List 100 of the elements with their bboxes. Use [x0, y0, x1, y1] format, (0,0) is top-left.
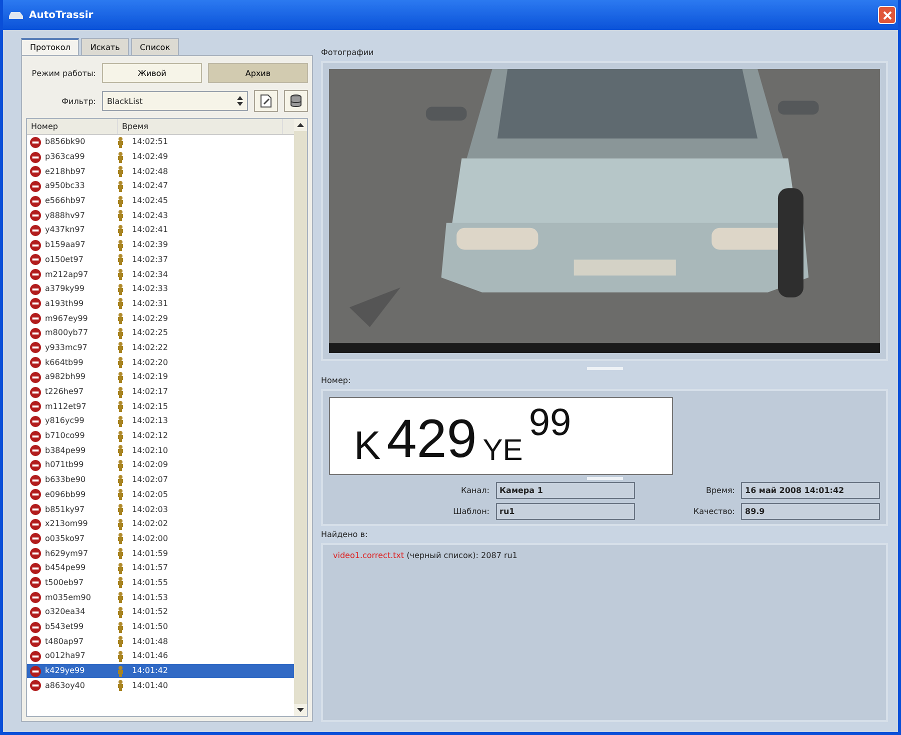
database-button[interactable]	[284, 90, 308, 112]
list-row[interactable]: a982bh99 14:02:19	[27, 370, 294, 385]
car-icon	[8, 10, 24, 20]
list-row[interactable]: m800yb77 14:02:25	[27, 326, 294, 341]
list-row[interactable]: m212ap97 14:02:34	[27, 267, 294, 282]
list-row[interactable]: o035ko97 14:02:00	[27, 532, 294, 546]
list-row[interactable]: b710co99 14:02:12	[27, 428, 294, 444]
time-text: 14:02:48	[132, 166, 168, 178]
no-entry-icon	[30, 592, 41, 604]
filter-select[interactable]: BlackList	[102, 91, 248, 111]
list-row[interactable]: a950bc33 14:02:47	[27, 179, 294, 194]
person-icon	[117, 196, 124, 207]
no-entry-icon	[30, 224, 41, 236]
no-entry-icon	[30, 636, 41, 648]
person-icon	[117, 430, 124, 442]
column-header[interactable]: Номер	[27, 119, 118, 134]
plate-number: m212ap97	[45, 268, 90, 281]
close-icon	[882, 10, 892, 20]
tab[interactable]: Список	[130, 38, 180, 55]
list-row[interactable]: b384pe99 14:02:10	[27, 443, 294, 458]
person-icon	[117, 254, 124, 266]
list-row[interactable]: t480ap97 14:01:48	[27, 634, 294, 650]
list-row[interactable]: a379ky99 14:02:33	[27, 282, 294, 297]
close-button[interactable]	[878, 6, 896, 24]
plate-number: b633be90	[45, 474, 87, 486]
person-icon	[117, 152, 124, 163]
list-row[interactable]: t226he97 14:02:17	[27, 384, 294, 400]
person-icon	[117, 518, 124, 530]
list-row[interactable]: b633be90 14:02:07	[27, 472, 294, 488]
list-row[interactable]: b454pe99 14:01:57	[27, 560, 294, 576]
no-entry-icon	[30, 416, 41, 427]
list-row[interactable]: y888hv97 14:02:43	[27, 208, 294, 224]
list-row[interactable]: k429ye99 14:01:42	[27, 664, 294, 678]
list-row[interactable]: k664tb99 14:02:20	[27, 355, 294, 370]
person-icon	[117, 313, 124, 324]
no-entry-icon	[30, 489, 41, 500]
list-row[interactable]: m967ey99 14:02:29	[27, 311, 294, 326]
list-row[interactable]: b159aa97 14:02:39	[27, 238, 294, 252]
list-row[interactable]: a193th99 14:02:31	[27, 296, 294, 312]
no-entry-icon	[30, 666, 41, 677]
list-row[interactable]: b856bk90 14:02:51	[27, 135, 294, 150]
list-row[interactable]: b851ky97 14:02:03	[27, 502, 294, 517]
list-row[interactable]: h071tb99 14:02:09	[27, 458, 294, 473]
no-entry-icon	[30, 136, 41, 148]
list-row[interactable]: y816yc99 14:02:13	[27, 414, 294, 429]
scrollbar[interactable]	[294, 119, 307, 716]
time-text: 14:02:49	[132, 151, 168, 164]
plate-number: y888hv97	[45, 210, 86, 222]
person-icon	[117, 298, 124, 310]
edit-button[interactable]	[254, 90, 278, 112]
list-row[interactable]: m035em90 14:01:53	[27, 590, 294, 605]
person-icon	[117, 577, 124, 588]
database-icon	[290, 94, 302, 108]
list-row[interactable]: t500eb97 14:01:55	[27, 576, 294, 590]
person-icon	[117, 166, 124, 178]
list-row[interactable]: m112et97 14:02:15	[27, 399, 294, 414]
person-icon	[117, 224, 124, 236]
plate-digits: 429	[386, 412, 477, 466]
list-row[interactable]: o320ea34 14:01:52	[27, 605, 294, 620]
no-entry-icon	[30, 577, 41, 588]
person-icon	[117, 180, 124, 192]
plate-number: m967ey99	[45, 312, 89, 325]
plate-number: k429ye99	[45, 665, 86, 678]
time-text: 14:02:45	[132, 195, 168, 208]
list-row[interactable]: o150et97 14:02:37	[27, 252, 294, 268]
list-row[interactable]: o012ha97 14:01:46	[27, 649, 294, 664]
list-row[interactable]: b543et99 14:01:50	[27, 620, 294, 634]
list-row[interactable]: a863oy40 14:01:40	[27, 678, 294, 694]
list-row[interactable]: y437kn97 14:02:41	[27, 223, 294, 238]
list-row[interactable]: h629ym97 14:01:59	[27, 546, 294, 561]
no-entry-icon	[30, 460, 41, 471]
list-row[interactable]: e218hb97 14:02:48	[27, 164, 294, 180]
list-row[interactable]: e566hb97 14:02:45	[27, 194, 294, 208]
person-icon	[117, 489, 124, 500]
time-text: 14:02:37	[132, 254, 168, 266]
mode-button[interactable]: Архив	[208, 63, 308, 83]
no-entry-icon	[30, 166, 41, 178]
tab[interactable]: Протокол	[21, 38, 80, 55]
plate-number: h071tb99	[45, 459, 85, 472]
plate-number: b543et99	[45, 621, 85, 634]
list-row[interactable]: e096bb99 14:02:05	[27, 488, 294, 502]
person-icon	[117, 210, 124, 222]
list-row[interactable]: y933mc97 14:02:22	[27, 340, 294, 356]
list-row[interactable]: x213om99 14:02:02	[27, 516, 294, 532]
mode-button[interactable]: Живой	[102, 63, 202, 83]
tab[interactable]: Искать	[81, 38, 129, 55]
column-header[interactable]: Время	[118, 119, 283, 134]
time-text: 14:02:09	[132, 459, 168, 472]
plate-number: e096bb99	[45, 488, 87, 501]
time-text: 14:02:13	[132, 415, 168, 428]
no-entry-icon	[30, 196, 41, 207]
plate-number: x213om99	[45, 518, 89, 530]
list-row[interactable]: p363ca99 14:02:49	[27, 150, 294, 164]
document-edit-icon	[260, 94, 272, 108]
plate-number: e566hb97	[45, 195, 87, 208]
no-entry-icon	[30, 240, 41, 251]
field-label: Время:	[706, 486, 735, 495]
time-text: 14:02:22	[132, 342, 168, 354]
plate-number: k664tb99	[45, 356, 84, 369]
filter-label: Фильтр:	[60, 96, 96, 106]
